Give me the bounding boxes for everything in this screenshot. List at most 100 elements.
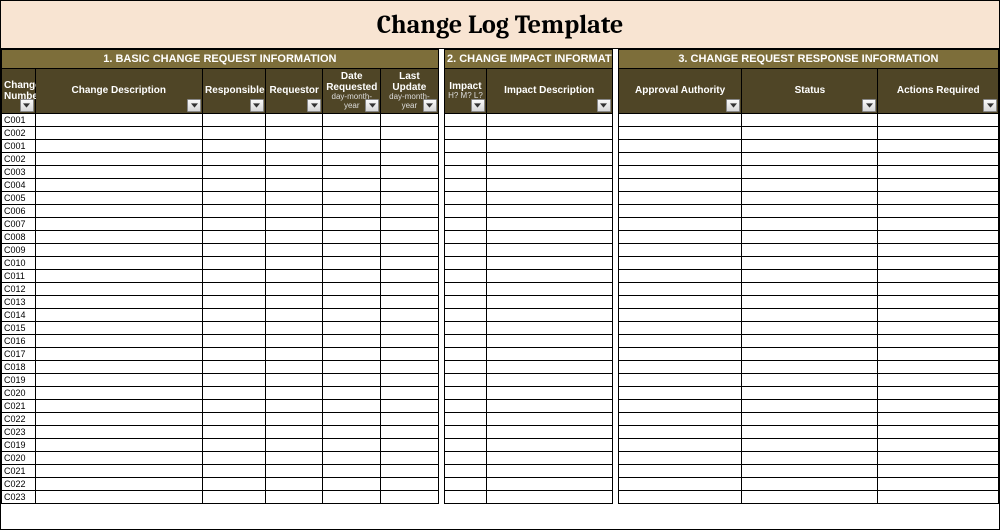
cell[interactable] [323,152,381,165]
cell[interactable] [265,386,323,399]
cell[interactable] [381,230,439,243]
cell[interactable] [618,282,742,295]
cell[interactable] [878,191,999,204]
cell[interactable] [35,113,203,126]
cell[interactable] [878,451,999,464]
cell[interactable] [35,152,203,165]
cell[interactable] [486,204,612,217]
cell[interactable] [742,191,878,204]
cell[interactable] [203,178,266,191]
cell[interactable] [203,282,266,295]
cell[interactable] [444,360,486,373]
cell[interactable] [323,451,381,464]
cell[interactable] [618,425,742,438]
cell[interactable] [35,386,203,399]
cell[interactable] [742,152,878,165]
cell[interactable] [878,438,999,451]
cell[interactable] [618,217,742,230]
cell[interactable] [265,139,323,152]
cell[interactable] [323,321,381,334]
cell[interactable] [444,217,486,230]
filter-dropdown-icon[interactable] [307,99,321,112]
cell[interactable] [381,269,439,282]
cell[interactable] [265,490,323,503]
cell[interactable]: C010 [2,256,36,269]
cell[interactable] [618,451,742,464]
cell[interactable] [444,477,486,490]
cell[interactable] [486,269,612,282]
cell[interactable] [381,282,439,295]
cell[interactable] [203,347,266,360]
filter-dropdown-icon[interactable] [250,99,264,112]
cell[interactable] [35,282,203,295]
cell[interactable]: C021 [2,399,36,412]
cell[interactable] [381,438,439,451]
cell[interactable] [618,243,742,256]
cell[interactable] [203,126,266,139]
cell[interactable] [35,191,203,204]
cell[interactable] [203,139,266,152]
cell[interactable] [444,425,486,438]
cell[interactable] [381,139,439,152]
cell[interactable] [486,139,612,152]
cell[interactable] [35,464,203,477]
cell[interactable] [444,438,486,451]
cell[interactable] [323,139,381,152]
cell[interactable] [444,165,486,178]
cell[interactable] [265,178,323,191]
cell[interactable] [486,360,612,373]
cell[interactable]: C001 [2,113,36,126]
cell[interactable] [265,126,323,139]
cell[interactable] [265,399,323,412]
cell[interactable] [265,321,323,334]
cell[interactable] [203,373,266,386]
cell[interactable] [35,399,203,412]
cell[interactable] [265,425,323,438]
cell[interactable] [381,217,439,230]
cell[interactable] [618,256,742,269]
filter-dropdown-icon[interactable] [187,99,201,112]
cell[interactable] [323,464,381,477]
cell[interactable] [618,412,742,425]
cell[interactable] [878,334,999,347]
cell[interactable] [323,282,381,295]
cell[interactable] [203,451,266,464]
cell[interactable] [381,308,439,321]
cell[interactable]: C012 [2,282,36,295]
cell[interactable] [323,295,381,308]
cell[interactable] [323,113,381,126]
cell[interactable] [265,464,323,477]
cell[interactable] [444,399,486,412]
cell[interactable] [878,282,999,295]
cell[interactable] [381,152,439,165]
cell[interactable] [618,438,742,451]
cell[interactable] [742,217,878,230]
cell[interactable] [203,386,266,399]
cell[interactable] [878,360,999,373]
cell[interactable] [381,256,439,269]
cell[interactable] [323,425,381,438]
cell[interactable] [323,490,381,503]
cell[interactable] [323,178,381,191]
cell[interactable] [742,126,878,139]
cell[interactable]: C017 [2,347,36,360]
cell[interactable] [618,230,742,243]
cell[interactable] [444,204,486,217]
cell[interactable] [878,347,999,360]
cell[interactable] [742,360,878,373]
cell[interactable] [323,399,381,412]
cell[interactable] [878,373,999,386]
cell[interactable] [878,204,999,217]
cell[interactable] [35,243,203,256]
cell[interactable] [381,373,439,386]
cell[interactable]: C019 [2,373,36,386]
cell[interactable]: C006 [2,204,36,217]
cell[interactable] [742,477,878,490]
cell[interactable] [35,165,203,178]
cell[interactable] [742,373,878,386]
cell[interactable] [265,243,323,256]
filter-dropdown-icon[interactable] [597,99,611,112]
cell[interactable] [486,178,612,191]
cell[interactable] [486,334,612,347]
cell[interactable] [323,360,381,373]
